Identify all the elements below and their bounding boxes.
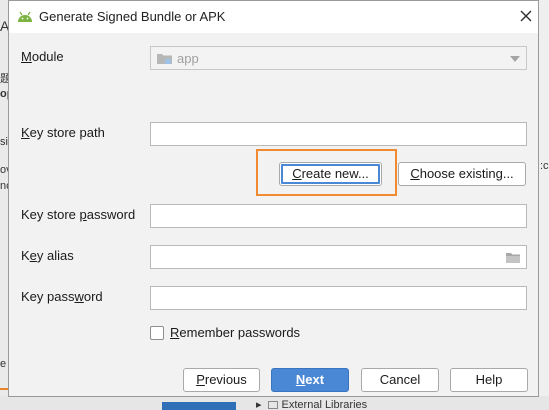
module-folder-icon bbox=[157, 54, 172, 64]
cancel-button[interactable]: Cancel bbox=[361, 368, 439, 392]
next-button[interactable]: Next bbox=[271, 368, 349, 392]
key-store-path-input[interactable] bbox=[150, 122, 527, 146]
key-store-password-input[interactable] bbox=[150, 204, 527, 228]
expand-triangle-icon: ▸ bbox=[256, 399, 262, 410]
android-icon bbox=[18, 11, 32, 22]
key-password-input[interactable] bbox=[150, 286, 527, 310]
remember-passwords-checkbox[interactable] bbox=[150, 326, 164, 340]
module-value: app bbox=[177, 51, 199, 66]
generate-signed-apk-dialog: Generate Signed Bundle or APK Module app… bbox=[8, 0, 539, 397]
chevron-down-icon bbox=[510, 56, 520, 62]
ide-fragment: e bbox=[0, 358, 7, 370]
module-label: Module bbox=[21, 49, 64, 64]
key-alias-label: Key alias bbox=[21, 248, 74, 263]
ide-selected-tab bbox=[162, 402, 236, 410]
ide-fragment: :c bbox=[540, 160, 549, 172]
external-libraries-node[interactable]: ▸ External Libraries bbox=[256, 398, 367, 410]
close-icon[interactable] bbox=[517, 7, 535, 25]
dialog-title: Generate Signed Bundle or APK bbox=[39, 9, 226, 24]
key-alias-input[interactable] bbox=[150, 245, 527, 269]
ide-right-panel bbox=[538, 0, 549, 410]
library-icon bbox=[267, 401, 278, 409]
help-button[interactable]: Help bbox=[450, 368, 528, 392]
external-libraries-label: External Libraries bbox=[281, 399, 368, 410]
create-new-button[interactable]: Create new... bbox=[279, 162, 382, 186]
module-select[interactable]: app bbox=[150, 46, 527, 70]
choose-existing-button[interactable]: Choose existing... bbox=[398, 162, 526, 186]
dialog-titlebar: Generate Signed Bundle or APK bbox=[9, 1, 538, 33]
previous-button[interactable]: Previous bbox=[183, 368, 260, 392]
key-store-path-label: Key store path bbox=[21, 125, 105, 140]
key-store-password-label: Key store password bbox=[21, 207, 136, 222]
remember-passwords-label[interactable]: Remember passwords bbox=[170, 325, 300, 340]
ide-fragment: si bbox=[0, 136, 8, 148]
folder-icon[interactable] bbox=[506, 252, 520, 263]
key-password-label: Key password bbox=[21, 289, 103, 304]
